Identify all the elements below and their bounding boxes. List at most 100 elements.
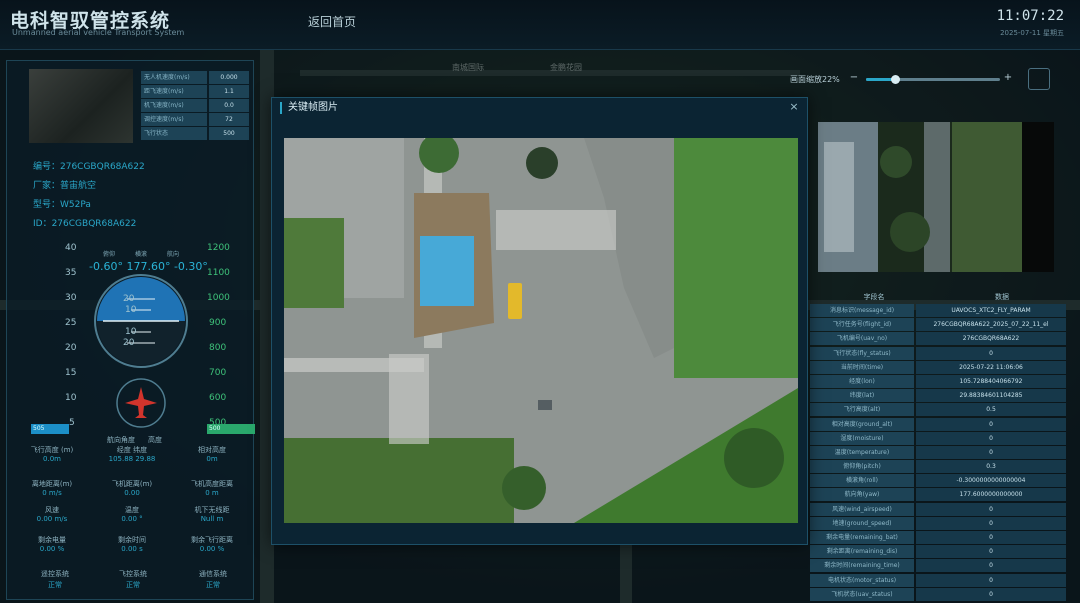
pitch-label: 俯仰 xyxy=(103,251,116,258)
field-name: 湿度(moisture) xyxy=(810,431,914,445)
table-row: 地速(ground_speed) 0 xyxy=(810,516,1066,530)
altitude-scale-tick: 1000 xyxy=(207,293,230,303)
metric-value: 0m xyxy=(206,455,218,463)
metric-value: 0 m xyxy=(205,489,219,497)
stat-key: 无人机速度(m/s) xyxy=(141,71,207,84)
app-subtitle: Unmanned aerial vehicle Transport System xyxy=(12,28,185,37)
stat-value: 72 xyxy=(209,113,249,126)
gauge-tick: 20 xyxy=(123,294,135,304)
field-value: 0 xyxy=(916,587,1066,601)
altitude-scale-tick: 600 xyxy=(209,393,227,403)
speed-scale-tick: 15 xyxy=(65,368,77,378)
clock: 11:07:22 xyxy=(996,8,1064,24)
field-value: 105.7288404066792 xyxy=(916,374,1066,388)
keyframe-modal: 关键帧图片 × xyxy=(271,97,808,545)
metric-value: 0 m/s xyxy=(42,489,62,497)
field-name: 航向角(yaw) xyxy=(810,488,914,502)
metric-label: 离地距离(m) xyxy=(31,480,73,488)
table-row: 剩余距离(remaining_dis) 0 xyxy=(810,545,1066,559)
telemetry-table-header: 字段名 数据 xyxy=(810,292,1066,302)
metric-value: 0.0m xyxy=(43,455,61,463)
metric-value: 105.88 29.88 xyxy=(108,455,156,463)
zoom-slider[interactable] xyxy=(866,75,1000,84)
altitude-scale-tick: 900 xyxy=(209,318,227,328)
metric-value: 0.00 s xyxy=(121,545,143,553)
metric-item: 飞机高度距离 0 m xyxy=(177,479,247,497)
back-home-link[interactable]: 返回首页 xyxy=(308,13,356,30)
field-value: 0 xyxy=(916,431,1066,445)
table-row: 当前时间(time) 2025-07-22 11:06:06 xyxy=(810,360,1066,374)
altitude-scale-tick: 1100 xyxy=(207,268,230,278)
field-name: 俯仰角(pitch) xyxy=(810,460,914,474)
metric-item: 剩余电量 0.00 % xyxy=(17,535,87,553)
mode-value: 正常 xyxy=(126,581,140,589)
gauge-tick: 20 xyxy=(123,338,135,348)
table-row: 剩余电量(remaining_bat) 0 xyxy=(810,531,1066,544)
close-icon[interactable]: × xyxy=(787,100,801,114)
stat-row: 飞行状态 500 xyxy=(141,127,249,140)
field-value: -0.3000000000000004 xyxy=(916,474,1066,488)
zoom-in-button[interactable]: + xyxy=(1002,72,1014,84)
field-name: 横滚角(roll) xyxy=(810,474,914,488)
table-row: 航向角(yaw) 177.6000000000000 xyxy=(810,488,1066,502)
altitude-scale-tick: 700 xyxy=(209,368,227,378)
stat-key: 飞行状态 xyxy=(141,127,207,140)
metric-label: 飞机距离(m) xyxy=(111,480,153,488)
speed-scale-tick: 5 xyxy=(69,418,75,428)
zoom-out-button[interactable]: − xyxy=(848,72,860,84)
metric-label: 剩余电量 xyxy=(38,536,66,544)
metric-item: 机下无线距 Null m xyxy=(177,505,247,523)
mode-label: 通信系统 xyxy=(199,570,227,578)
field-value: 0 xyxy=(916,531,1066,544)
field-value: 0 xyxy=(916,346,1066,360)
date-label: 2025-07-11 星期五 xyxy=(1000,29,1064,37)
speed-scale-tick: 30 xyxy=(65,293,77,303)
field-value: 29.88384601104285 xyxy=(916,389,1066,403)
attitude-indicator xyxy=(94,274,188,368)
speed-scale-tick: 35 xyxy=(65,268,77,278)
roll-label: 横滚 xyxy=(135,251,148,258)
field-name: 剩余距离(remaining_dis) xyxy=(810,545,914,559)
table-row: 风速(wind_airspeed) 0 xyxy=(810,502,1066,516)
drone-model: 型号：W52Pa xyxy=(33,200,91,210)
gauge-tick: 10 xyxy=(125,305,137,315)
table-row: 飞机状态(uav_status) 0 xyxy=(810,587,1066,601)
metric-label: 经度 纬度 xyxy=(116,446,148,454)
table-row: 剩余时间(remaining_time) 0 xyxy=(810,559,1066,573)
stat-row: 机飞速度(m/s) 0.0 xyxy=(141,99,249,112)
metric-item: 剩余时间 0.00 s xyxy=(97,535,167,553)
mode-label: 飞控系统 xyxy=(119,570,147,578)
stat-value: 0.0 xyxy=(209,99,249,112)
table-row: 飞行状态(fly_status) 0 xyxy=(810,346,1066,360)
camera-thumbnail[interactable] xyxy=(29,69,133,143)
table-row: 俯仰角(pitch) 0.3 xyxy=(810,460,1066,474)
field-name-header: 字段名 xyxy=(863,293,885,301)
field-value: 276CGBQR68A622 xyxy=(916,332,1066,346)
zoom-slider-knob[interactable] xyxy=(891,75,901,84)
mode-value: 正常 xyxy=(48,581,62,589)
keyframe-image xyxy=(284,138,798,523)
top-header: 电科智驭管控系统 Unmanned aerial vehicle Transpo… xyxy=(0,0,1080,50)
live-camera-image xyxy=(818,122,1054,272)
fullscreen-button[interactable] xyxy=(1028,68,1050,90)
field-value: 276CGBQR68A622_2025_07_22_11_el xyxy=(916,318,1066,332)
field-value: 0 xyxy=(916,445,1066,459)
live-camera-feed[interactable] xyxy=(818,122,1054,272)
field-name: 纬度(lat) xyxy=(810,389,914,403)
field-value: 0 xyxy=(916,545,1066,559)
data-header: 数据 xyxy=(995,293,1009,301)
metric-item: 剩余飞行距离 0.00 % xyxy=(177,535,247,553)
field-name: 消息标识(message_id) xyxy=(810,304,914,317)
field-name: 经度(lon) xyxy=(810,374,914,388)
metric-value: 0.00 % xyxy=(199,545,225,553)
metric-label: 风速 xyxy=(45,506,59,514)
metric-item: 飞行高度 (m) 0.0m xyxy=(17,445,87,463)
field-name: 温度(temperature) xyxy=(810,445,914,459)
field-name: 剩余电量(remaining_bat) xyxy=(810,531,914,544)
field-name: 飞行高度(alt) xyxy=(810,403,914,417)
table-row: 飞行任务号(flight_id) 276CGBQR68A622_2025_07_2… xyxy=(810,318,1066,332)
field-name: 飞机编号(uav_no) xyxy=(810,332,914,346)
field-name: 剩余时间(remaining_time) xyxy=(810,559,914,573)
table-row: 飞机编号(uav_no) 276CGBQR68A622 xyxy=(810,332,1066,346)
field-value: UAVOCS_XTC2_FLY_PARAM xyxy=(916,304,1066,317)
